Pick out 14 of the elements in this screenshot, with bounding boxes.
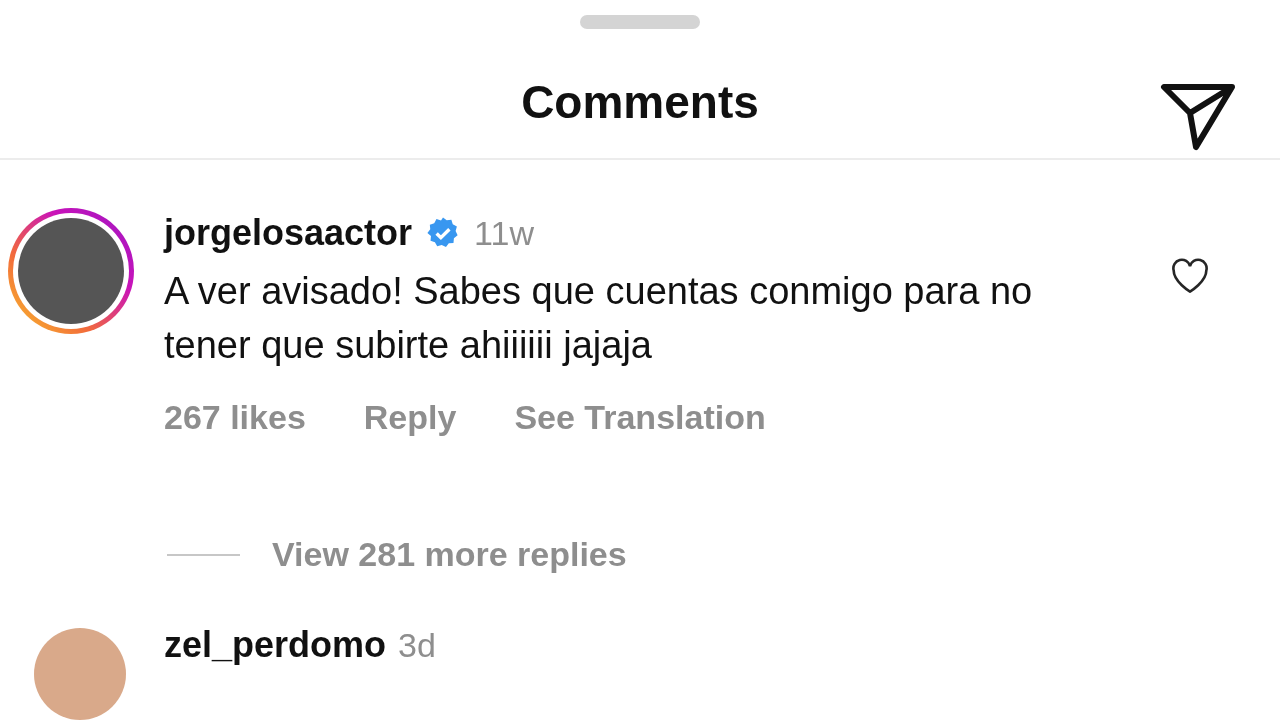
comment-text: A ver avisado! Sabes que cuentas conmigo para no tener que subirte ahiiiiii jajaja <box>164 269 1034 368</box>
like-heart-button[interactable] <box>1170 258 1210 294</box>
view-more-replies-link[interactable]: View 281 more replies <box>272 535 627 574</box>
likes-count[interactable]: 267 likes <box>164 398 306 437</box>
comment-username[interactable]: jorgelosaactor <box>164 212 413 254</box>
comment-time: 11w <box>474 213 534 253</box>
comment-time: 3d <box>398 625 436 665</box>
share-button[interactable] <box>1160 83 1236 152</box>
drag-handle[interactable] <box>580 15 700 29</box>
reply-button[interactable]: Reply <box>363 398 457 437</box>
paper-plane-icon <box>1160 83 1236 152</box>
see-translation-button[interactable]: See Translation <box>514 398 766 437</box>
comments-title: Comments <box>521 74 759 129</box>
comment-username[interactable]: zel_perdomo <box>164 624 387 666</box>
